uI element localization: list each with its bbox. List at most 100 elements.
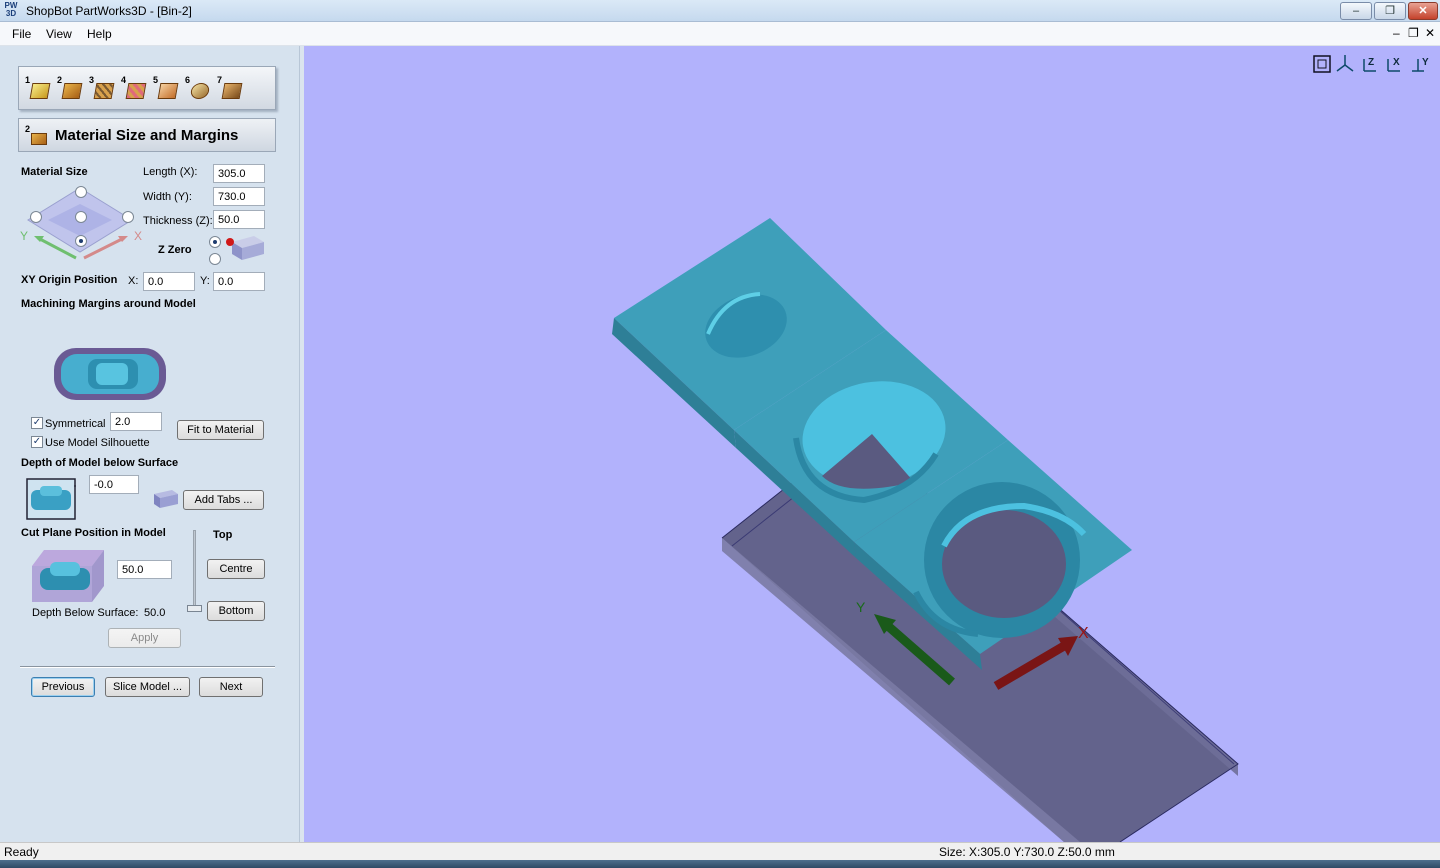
- step-6-button[interactable]: 6: [185, 75, 211, 103]
- menu-view[interactable]: View: [46, 27, 72, 41]
- previous-button[interactable]: Previous: [31, 677, 95, 697]
- finishing-icon: [125, 83, 147, 99]
- tab-block-icon: [154, 490, 178, 508]
- depth-below-label: Depth Below Surface:: [32, 607, 139, 619]
- material-size-status: Size: X:305.0 Y:730.0 Z:50.0 mm: [939, 845, 1115, 859]
- xy-origin-label: XY Origin Position: [21, 274, 118, 286]
- mdi-close-button[interactable]: ✕: [1425, 26, 1435, 40]
- margin-input[interactable]: [110, 412, 162, 431]
- bottom-button[interactable]: Bottom: [207, 601, 265, 621]
- margins-heading: Machining Margins around Model: [21, 298, 196, 310]
- step-number: 1: [25, 75, 31, 85]
- symmetrical-checkbox[interactable]: ✓: [31, 417, 43, 429]
- menu-help[interactable]: Help: [87, 27, 112, 41]
- window-title: ShopBot PartWorks3D - [Bin-2]: [26, 4, 192, 18]
- depth-below-value: 50.0: [144, 607, 166, 619]
- title-bar: PW 3D ShopBot PartWorks3D - [Bin-2] ‒ ❐ …: [0, 0, 1440, 22]
- step-number: 3: [89, 75, 95, 85]
- minimize-button[interactable]: ‒: [1340, 2, 1372, 20]
- cutout-icon: [157, 83, 179, 99]
- material-shape: [31, 133, 47, 145]
- axis-x-label: X: [134, 229, 142, 243]
- margin-car-image: [54, 348, 166, 400]
- status-bar: Ready Size: X:305.0 Y:730.0 Z:50.0 mm: [0, 842, 1440, 860]
- preview-icon: [189, 83, 211, 99]
- width-label: Width (Y):: [143, 191, 192, 203]
- step-4-button[interactable]: 4: [121, 75, 147, 103]
- step-number: 4: [121, 75, 127, 85]
- length-input[interactable]: [213, 164, 265, 183]
- depth-car-icon: [26, 478, 76, 520]
- viewport-axis-y: Y: [856, 599, 866, 615]
- step-2-button[interactable]: 2: [57, 75, 83, 103]
- roughing-icon: [93, 83, 115, 99]
- cut-plane-slider-track[interactable]: [193, 530, 196, 610]
- viewport-axis-x: X: [1078, 625, 1089, 642]
- use-silhouette-checkbox[interactable]: ✓: [31, 436, 43, 448]
- model-icon: [29, 83, 51, 99]
- next-button[interactable]: Next: [199, 677, 263, 697]
- depth-heading: Depth of Model below Surface: [21, 457, 179, 469]
- axis-y-label: Y: [20, 229, 28, 243]
- step-1-button[interactable]: 1: [25, 75, 51, 103]
- section-header: 2 Material Size and Margins: [18, 118, 276, 152]
- step-number: 2: [57, 75, 63, 85]
- cut-plane-heading: Cut Plane Position in Model: [21, 527, 166, 539]
- centre-button[interactable]: Centre: [207, 559, 265, 579]
- use-silhouette-label: Use Model Silhouette: [45, 437, 150, 449]
- section-title: Material Size and Margins: [55, 127, 239, 144]
- origin-y-input[interactable]: [213, 272, 265, 291]
- z-zero-label: Z Zero: [158, 244, 192, 256]
- z-zero-top-radio[interactable]: [209, 236, 221, 248]
- status-text: Ready: [4, 845, 39, 859]
- step-5-button[interactable]: 5: [153, 75, 179, 103]
- wizard-panel: 1 2 3 4 5 6 7 2 Material Size and Margin…: [0, 46, 300, 842]
- 3d-scene: Y X: [612, 218, 1239, 842]
- thickness-input[interactable]: [213, 210, 265, 229]
- z-zero-block-icon: [226, 236, 264, 260]
- step-3-button[interactable]: 3: [89, 75, 115, 103]
- width-input[interactable]: [213, 187, 265, 206]
- origin-center-radio[interactable]: [75, 211, 87, 223]
- step-number: 5: [153, 75, 159, 85]
- fit-to-material-button[interactable]: Fit to Material: [177, 420, 264, 440]
- z-zero-bottom-radio[interactable]: [209, 253, 221, 265]
- slice-model-button[interactable]: Slice Model ...: [105, 677, 190, 697]
- step-number: 7: [217, 75, 223, 85]
- mdi-restore-button[interactable]: ❐: [1408, 26, 1419, 40]
- menu-file[interactable]: File: [12, 27, 31, 41]
- maximize-button[interactable]: ❐: [1374, 2, 1406, 20]
- save-toolpath-icon: [221, 83, 243, 99]
- origin-y-label: Y:: [200, 275, 210, 287]
- menu-bar: File View Help – ❐ ✕: [0, 22, 1440, 46]
- step-toolbar: 1 2 3 4 5 6 7: [18, 66, 276, 110]
- cut-plane-top-label: Top: [213, 529, 233, 541]
- step-number: 6: [185, 75, 191, 85]
- section-number: 2: [25, 124, 31, 134]
- material-icon: 2: [25, 124, 49, 147]
- origin-x-input[interactable]: [143, 272, 195, 291]
- material-icon: [61, 83, 83, 99]
- origin-x-label: X:: [128, 275, 139, 287]
- depth-input[interactable]: [89, 475, 139, 494]
- symmetrical-label: Symmetrical: [45, 418, 106, 430]
- thickness-label: Thickness (Z):: [143, 215, 213, 227]
- 3d-viewport[interactable]: Z X Y Y X: [304, 46, 1440, 842]
- origin-bottom-radio[interactable]: [75, 235, 87, 247]
- origin-top-radio[interactable]: [75, 186, 87, 198]
- add-tabs-button[interactable]: Add Tabs ...: [183, 490, 264, 510]
- material-size-heading: Material Size: [21, 166, 88, 178]
- os-taskbar: [0, 860, 1440, 868]
- step-7-button[interactable]: 7: [217, 75, 243, 103]
- close-button[interactable]: ✕: [1408, 2, 1438, 20]
- apply-button[interactable]: Apply: [108, 628, 181, 648]
- cut-plane-slider-thumb[interactable]: [187, 605, 202, 612]
- origin-left-radio[interactable]: [30, 211, 42, 223]
- length-label: Length (X):: [143, 166, 198, 178]
- mdi-minimize-button[interactable]: –: [1393, 26, 1400, 40]
- origin-right-radio[interactable]: [122, 211, 134, 223]
- cut-plane-input[interactable]: [117, 560, 172, 579]
- app-icon: PW 3D: [4, 1, 18, 18]
- panel-divider: [20, 666, 275, 668]
- cut-plane-car-icon: [32, 550, 104, 602]
